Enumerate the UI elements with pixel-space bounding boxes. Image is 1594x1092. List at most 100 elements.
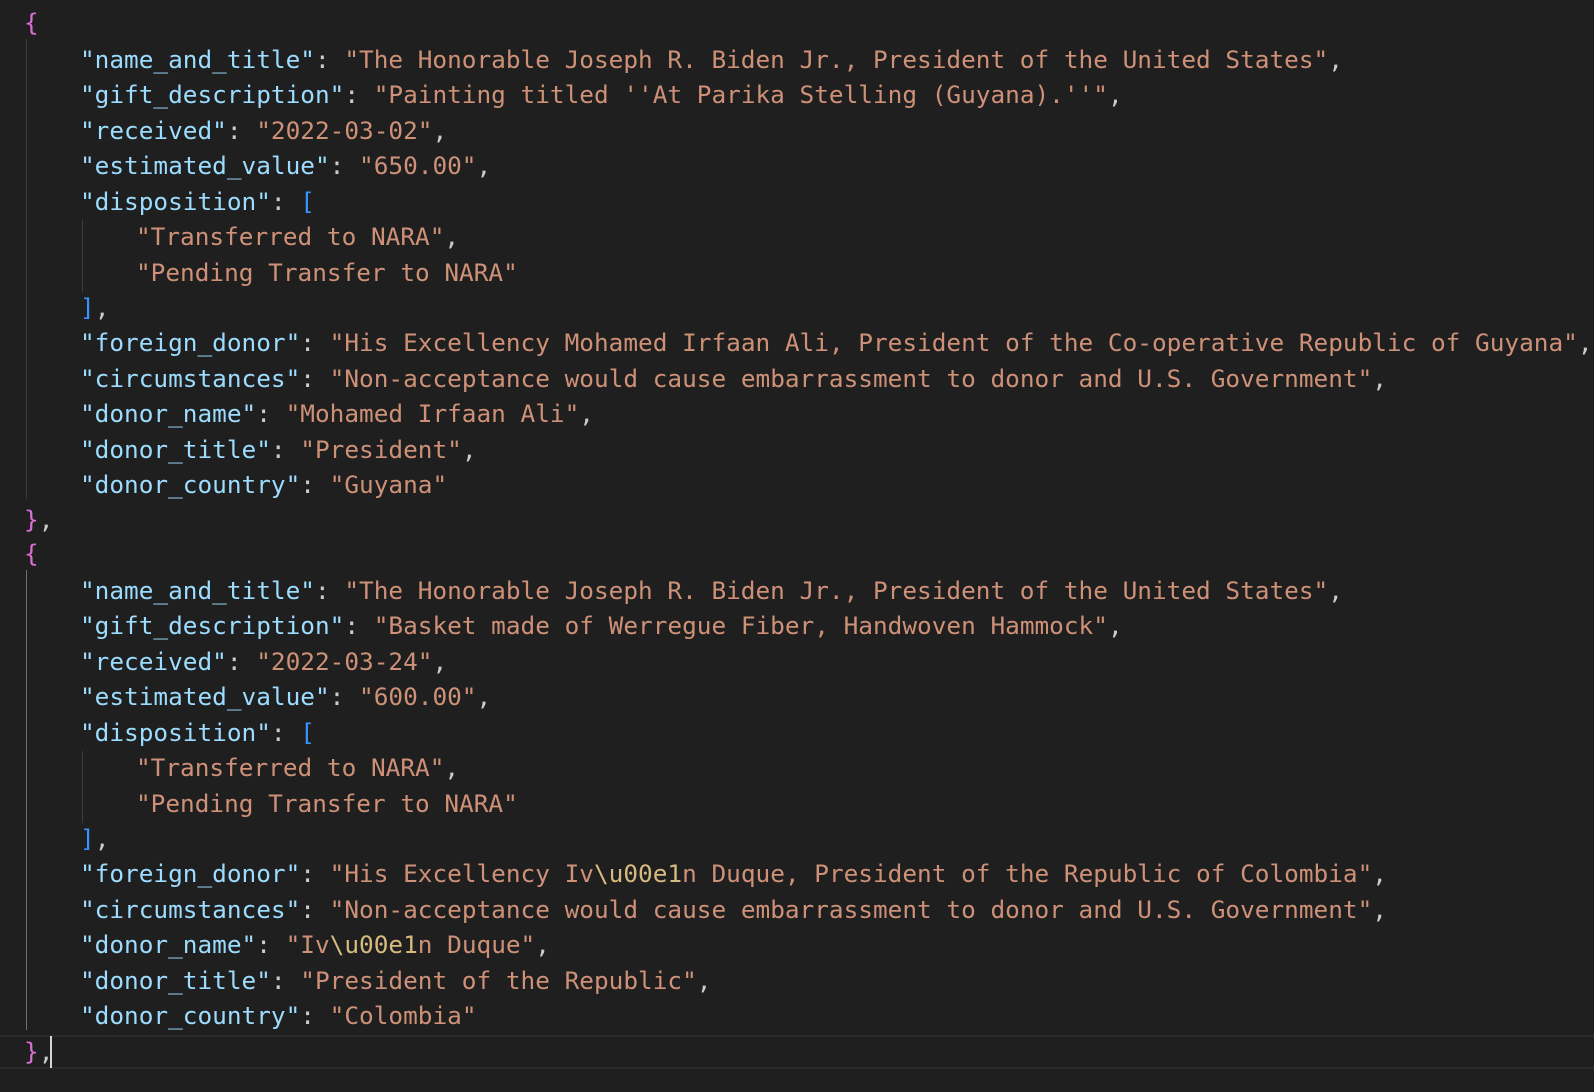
field-value: "President of the Republic" <box>300 966 697 995</box>
object-open-line: { <box>24 536 39 572</box>
comma: , <box>444 753 460 782</box>
field-line-estimated-value: "estimated_value": "600.00", <box>80 679 491 715</box>
colon: : <box>270 966 301 995</box>
open-bracket: [ <box>300 187 315 216</box>
comma: , <box>1372 859 1387 888</box>
field-line-name-and-title: "name_and_title": "The Honorable Joseph … <box>80 573 1343 609</box>
unicode-escape: \u00e1 <box>593 859 683 888</box>
colon: : <box>226 647 257 676</box>
field-line-donor-name: "donor_name": "Mohamed Irfaan Ali", <box>80 396 594 432</box>
comma: , <box>1107 80 1123 109</box>
text-cursor <box>50 1036 52 1068</box>
field-key: "donor_country" <box>80 1001 301 1030</box>
field-value: "Basket made of Werregue Fiber, Handwove… <box>373 611 1108 640</box>
array-item-value: "Pending Transfer to NARA" <box>136 789 518 818</box>
array-item: "Pending Transfer to NARA" <box>136 255 518 291</box>
field-key: "disposition" <box>80 187 271 216</box>
colon: : <box>300 470 330 499</box>
indent-guide-active <box>26 570 27 1030</box>
unicode-escape: \u00e1 <box>329 930 418 959</box>
array-item-value: "Transferred to NARA" <box>136 753 445 782</box>
open-brace: { <box>24 8 39 37</box>
field-key: "foreign_donor" <box>80 859 301 888</box>
field-value-end: n Duque" <box>417 930 536 959</box>
field-key: "received" <box>80 116 227 145</box>
array-item: "Transferred to NARA", <box>136 750 459 786</box>
colon: : <box>314 45 345 74</box>
field-line-received: "received": "2022-03-24", <box>80 644 447 680</box>
comma: , <box>1107 611 1123 640</box>
comma: , <box>476 682 492 711</box>
indent-guide <box>82 751 83 823</box>
field-line-gift-description: "gift_description": "Painting titled ''A… <box>80 77 1123 113</box>
colon: : <box>270 718 301 747</box>
field-line-foreign-donor: "foreign_donor": "His Excellency Mohamed… <box>80 325 1593 361</box>
field-key: "name_and_title" <box>80 576 315 605</box>
colon: : <box>300 895 330 924</box>
close-bracket: ] <box>80 824 95 853</box>
colon: : <box>256 930 286 959</box>
array-close-line: ], <box>80 821 109 857</box>
array-item: "Pending Transfer to NARA" <box>136 786 518 822</box>
field-key: "disposition" <box>80 718 271 747</box>
field-value: "The Honorable Joseph R. Biden Jr., Pres… <box>344 576 1329 605</box>
array-close-line: ], <box>80 290 109 326</box>
object-open-line: { <box>24 5 39 41</box>
comma: , <box>579 399 594 428</box>
colon: : <box>329 151 360 180</box>
comma: , <box>535 930 550 959</box>
field-value: "Guyana" <box>329 470 448 499</box>
colon: : <box>329 682 360 711</box>
comma: , <box>1577 328 1593 357</box>
colon: : <box>300 859 330 888</box>
field-value: "600.00" <box>359 682 477 711</box>
field-key: "donor_country" <box>80 470 301 499</box>
comma: , <box>1328 576 1343 605</box>
comma: , <box>432 116 448 145</box>
field-key: "circumstances" <box>80 895 301 924</box>
current-line-highlight <box>0 1035 1594 1069</box>
indent-guide <box>82 220 83 292</box>
comma: , <box>461 435 477 464</box>
array-item-value: "Pending Transfer to NARA" <box>136 258 518 287</box>
field-key: "name_and_title" <box>80 45 315 74</box>
code-editor[interactable]: { "name_and_title": "The Honorable Josep… <box>0 0 1594 1092</box>
colon: : <box>314 576 345 605</box>
field-value: "The Honorable Joseph R. Biden Jr., Pres… <box>344 45 1329 74</box>
field-value: "Colombia" <box>329 1001 477 1030</box>
field-line-foreign-donor: "foreign_donor": "His Excellency Iv\u00e… <box>80 856 1387 892</box>
comma: , <box>1328 45 1343 74</box>
field-value-start: "Iv <box>285 930 330 959</box>
colon: : <box>226 116 257 145</box>
field-value: "His Excellency Mohamed Irfaan Ali, Pres… <box>329 328 1578 357</box>
field-key: "estimated_value" <box>80 682 330 711</box>
field-value: "650.00" <box>359 151 477 180</box>
field-key: "estimated_value" <box>80 151 330 180</box>
field-key: "donor_name" <box>80 399 257 428</box>
close-brace: } <box>24 505 39 534</box>
array-item: "Transferred to NARA", <box>136 219 459 255</box>
field-value: "2022-03-24" <box>256 647 433 676</box>
colon: : <box>300 364 330 393</box>
object-close-line: }, <box>24 1034 53 1070</box>
comma: , <box>94 824 110 853</box>
comma: , <box>94 293 110 322</box>
object-close-line: }, <box>24 502 53 538</box>
field-key: "donor_title" <box>80 966 271 995</box>
field-key: "foreign_donor" <box>80 328 301 357</box>
colon: : <box>256 399 286 428</box>
field-key: "gift_description" <box>80 80 345 109</box>
field-value: "Mohamed Irfaan Ali" <box>285 399 580 428</box>
comma: , <box>1372 895 1387 924</box>
field-value: "Non-acceptance would cause embarrassmen… <box>329 364 1373 393</box>
field-line-donor-country: "donor_country": "Guyana" <box>80 467 447 503</box>
comma: , <box>38 505 54 534</box>
field-line-estimated-value: "estimated_value": "650.00", <box>80 148 491 184</box>
indent-guide <box>26 39 27 499</box>
field-value: "2022-03-02" <box>256 116 433 145</box>
field-line-circumstances: "circumstances": "Non-acceptance would c… <box>80 361 1387 397</box>
field-line-received: "received": "2022-03-02", <box>80 113 447 149</box>
comma: , <box>444 222 460 251</box>
field-line-donor-name: "donor_name": "Iv\u00e1n Duque", <box>80 927 550 963</box>
field-line-gift-description: "gift_description": "Basket made of Werr… <box>80 608 1123 644</box>
